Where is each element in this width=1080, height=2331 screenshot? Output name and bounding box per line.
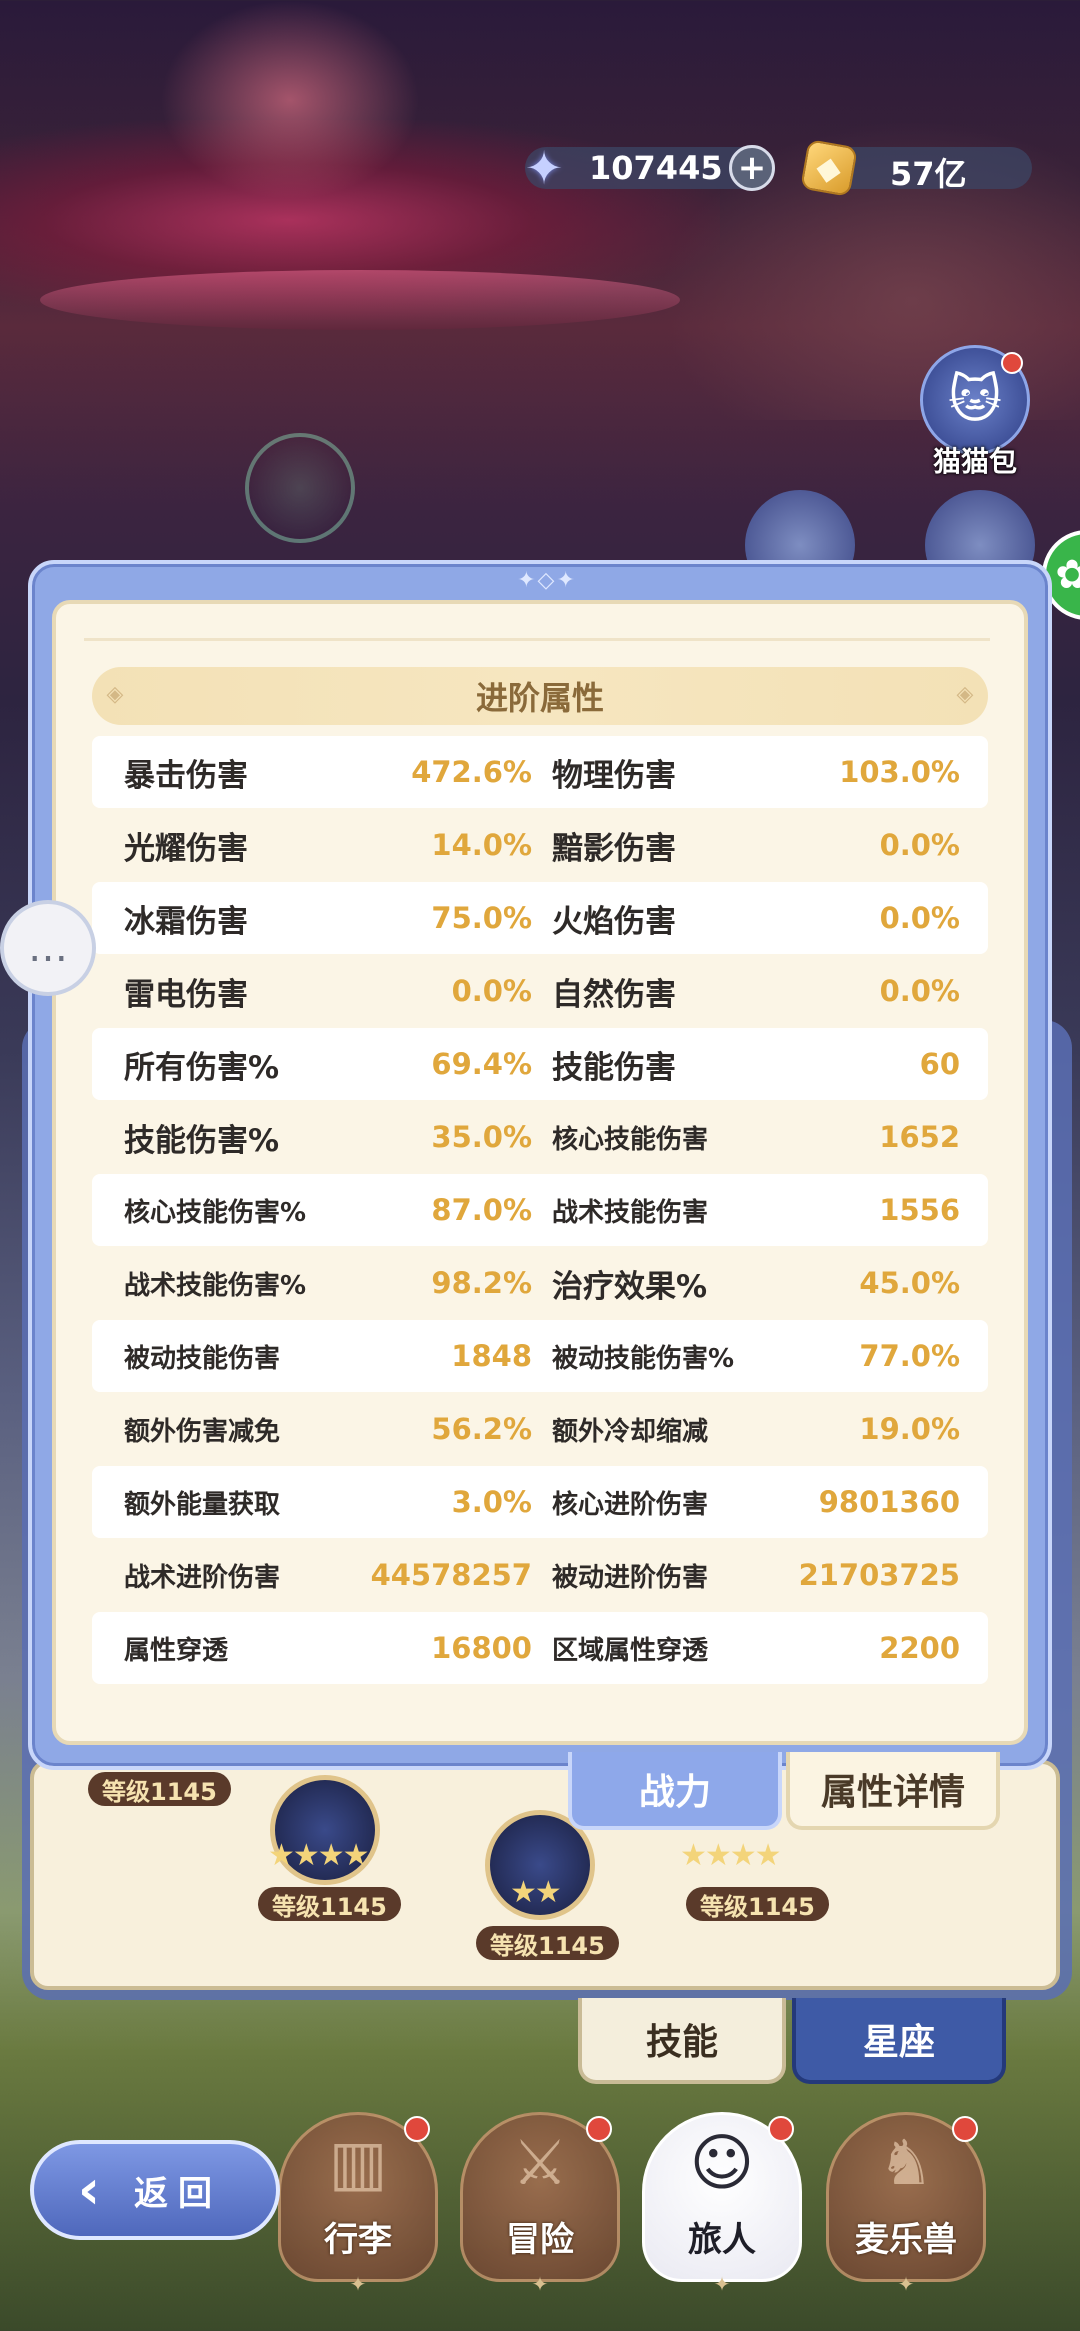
background-character <box>160 0 420 200</box>
level-chip: 等级1145 <box>476 1926 619 1960</box>
chat-icon: … <box>28 925 68 971</box>
stat-row: 核心技能伤害% 87.0% 战术技能伤害 1556 <box>92 1174 988 1246</box>
add-stars-button[interactable]: + <box>729 145 775 191</box>
stat-value: 19.0% <box>859 1412 960 1446</box>
level-chip: 等级1145 <box>686 1887 829 1921</box>
stat-row: 属性穿透 16800 区域属性穿透 2200 <box>92 1612 988 1684</box>
stat-value: 35.0% <box>431 1120 532 1154</box>
tab-constellation[interactable]: 星座 <box>792 1998 1006 2084</box>
gold-currency-value: 57亿 <box>890 155 967 193</box>
star-crystal-icon: ✦ <box>524 141 564 195</box>
stats-table: 暴击伤害 472.6% 物理伤害 103.0% 光耀伤害 14.0% 黯影伤害 … <box>92 736 988 1685</box>
stat-value: 44578257 <box>370 1558 532 1592</box>
stat-value: 0.0% <box>879 974 960 1008</box>
diamond-icon: ✦ <box>897 2272 915 2296</box>
cat-bag-button[interactable]: 🐱 <box>920 345 1030 455</box>
stat-value: 14.0% <box>431 828 532 862</box>
stat-value: 103.0% <box>839 755 960 789</box>
stat-value: 1652 <box>879 1120 960 1154</box>
stat-value: 9801360 <box>818 1485 960 1519</box>
stat-value: 2200 <box>879 1631 960 1665</box>
back-label: 返回 <box>134 2173 222 2214</box>
tab-skill[interactable]: 技能 <box>578 1998 786 2084</box>
node-stars: ★★★★ <box>268 1838 370 1873</box>
section-header: ◈ 进阶属性 ◈ <box>92 667 988 725</box>
panel-ornament: ✦◇✦ <box>517 568 577 593</box>
diamond-icon: ◈ <box>106 682 124 707</box>
stat-row: 被动技能伤害 1848 被动技能伤害% 77.0% <box>92 1320 988 1392</box>
stat-row: 战术技能伤害% 98.2% 治疗效果% 45.0% <box>92 1247 988 1319</box>
stat-value: 21703725 <box>798 1558 960 1592</box>
nav-label: 行李 <box>324 2220 392 2260</box>
background-orb <box>245 433 355 543</box>
stat-value: 75.0% <box>431 901 532 935</box>
wechat-icon: ✿ <box>1055 552 1080 598</box>
notification-dot <box>768 2116 794 2142</box>
nav-label: 冒险 <box>506 2220 574 2260</box>
stat-value: 0.0% <box>879 901 960 935</box>
tab-attribute-details[interactable]: 属性详情 <box>786 1752 1000 1830</box>
stat-value: 87.0% <box>431 1193 532 1227</box>
stat-row: 额外伤害减免 56.2% 额外冷却缩减 19.0% <box>92 1393 988 1465</box>
node-stars: ★★★★ <box>680 1838 782 1873</box>
stat-value: 472.6% <box>411 755 532 789</box>
nav-adventure[interactable]: ⚔ 冒险 ✦ <box>460 2112 620 2296</box>
tab-power[interactable]: 战力 <box>568 1752 782 1830</box>
notification-dot <box>586 2116 612 2142</box>
stat-row: 战术进阶伤害 44578257 被动进阶伤害 21703725 <box>92 1539 988 1611</box>
stat-value: 98.2% <box>431 1266 532 1300</box>
gold-currency: ◆ 57亿 <box>800 139 1032 197</box>
section-title: 进阶属性 <box>475 679 604 717</box>
diamond-icon: ✦ <box>713 2272 731 2296</box>
nav-luggage[interactable]: ▥ 行李 ✦ <box>278 2112 438 2296</box>
stat-value: 1556 <box>879 1193 960 1227</box>
stat-value: 77.0% <box>859 1339 960 1373</box>
cat-bag-label: 猫猫包 <box>932 445 1017 478</box>
nav-pet[interactable]: ♞ 麦乐兽 ✦ <box>826 2112 986 2296</box>
panel-divider <box>84 625 990 641</box>
chat-button[interactable]: … <box>0 900 96 996</box>
back-arrow-icon: ‹ <box>77 2158 111 2221</box>
stat-value: 3.0% <box>451 1485 532 1519</box>
stat-value: 56.2% <box>431 1412 532 1446</box>
back-button[interactable]: ‹ 返回 <box>30 2140 280 2240</box>
nav-traveler[interactable]: ☺ 旅人 ✦ <box>642 2112 802 2296</box>
stat-value: 69.4% <box>431 1047 532 1081</box>
star-currency-value: 107445 <box>589 149 723 187</box>
level-chip: 等级1145 <box>258 1887 401 1921</box>
stat-value: 0.0% <box>451 974 532 1008</box>
notification-dot <box>952 2116 978 2142</box>
level-chip: 等级1145 <box>88 1772 231 1806</box>
stat-row: 雷电伤害 0.0% 自然伤害 0.0% <box>92 955 988 1027</box>
stat-row: 技能伤害% 35.0% 核心技能伤害 1652 <box>92 1101 988 1173</box>
stat-value: 60 <box>919 1047 960 1081</box>
stat-row: 冰霜伤害 75.0% 火焰伤害 0.0% <box>92 882 988 954</box>
nav-label: 麦乐兽 <box>855 2220 957 2260</box>
stat-value: 16800 <box>431 1631 532 1665</box>
background-stage <box>40 270 680 330</box>
stat-row: 所有伤害% 69.4% 技能伤害 60 <box>92 1028 988 1100</box>
star-currency: ✦ 107445 + <box>525 141 775 195</box>
stat-value: 0.0% <box>879 828 960 862</box>
cat-icon: 🐱 <box>947 370 1003 430</box>
notification-dot <box>404 2116 430 2142</box>
gold-coin-icon: ◆ <box>800 139 858 197</box>
node-stars: ★★ <box>510 1875 562 1910</box>
diamond-icon: ✦ <box>531 2272 549 2296</box>
stat-value: 1848 <box>451 1339 532 1373</box>
stat-row: 额外能量获取 3.0% 核心进阶伤害 9801360 <box>92 1466 988 1538</box>
notification-dot <box>1001 352 1023 374</box>
stat-row: 光耀伤害 14.0% 黯影伤害 0.0% <box>92 809 988 881</box>
stat-value: 45.0% <box>859 1266 960 1300</box>
diamond-icon: ◈ <box>956 682 974 707</box>
diamond-icon: ✦ <box>349 2272 367 2296</box>
stat-row: 暴击伤害 472.6% 物理伤害 103.0% <box>92 736 988 808</box>
nav-label: 旅人 <box>688 2220 756 2260</box>
